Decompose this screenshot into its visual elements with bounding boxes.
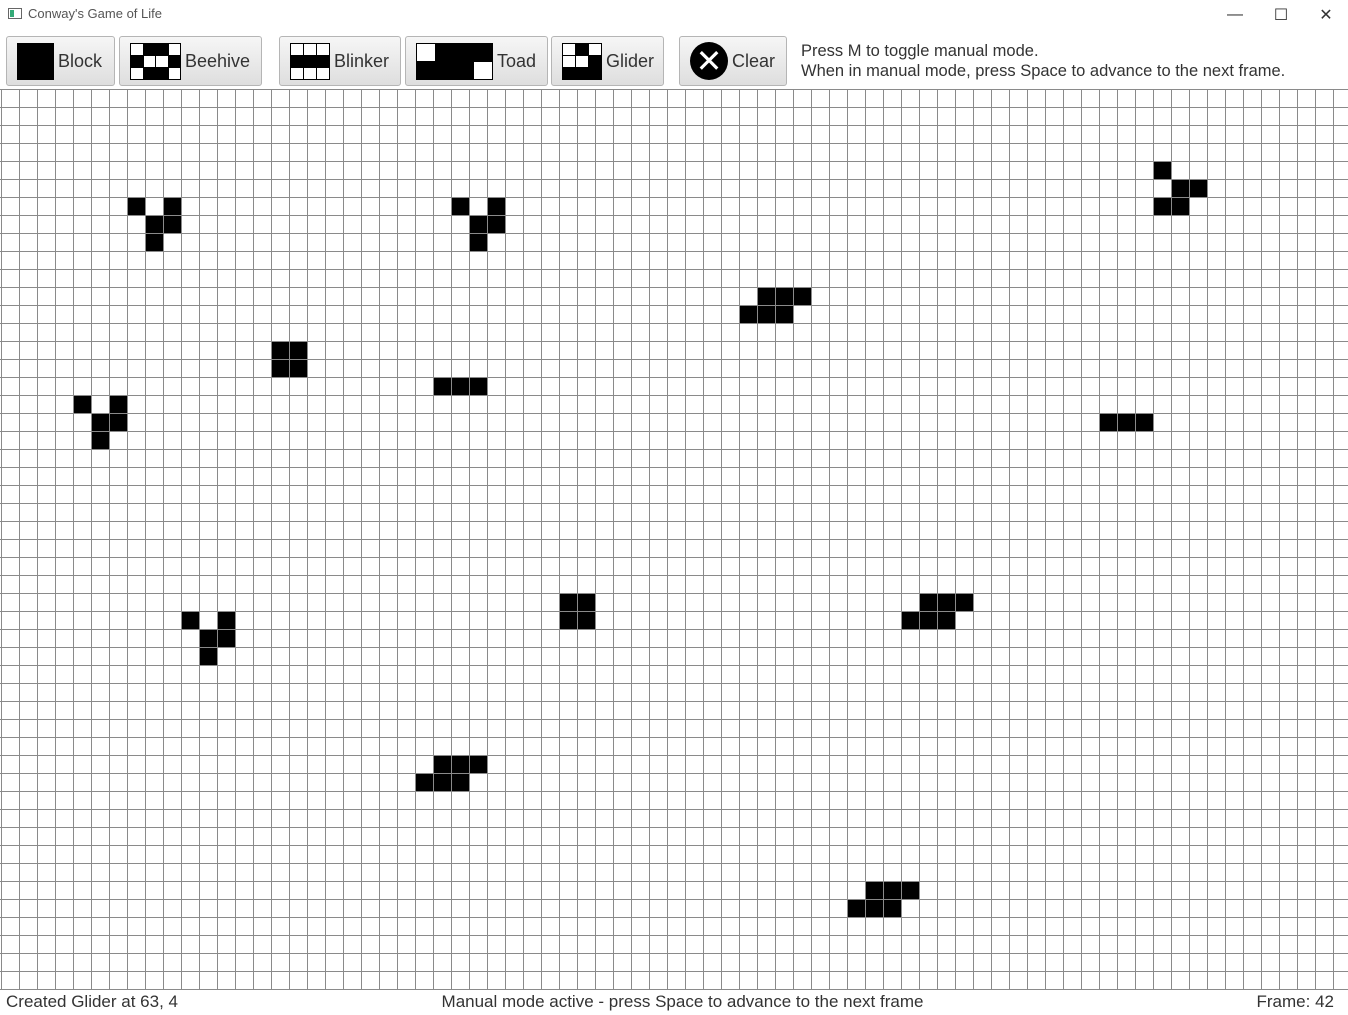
toad-button[interactable]: Toad [405,36,548,86]
live-cell[interactable] [775,287,793,305]
toad-label: Toad [497,50,537,71]
live-cell[interactable] [145,233,163,251]
help-text: Press M to toggle manual mode. When in m… [801,41,1285,81]
blinker-pattern-icon [290,42,330,80]
live-cell[interactable] [469,233,487,251]
live-cell[interactable] [559,593,577,611]
game-grid[interactable] [0,89,1348,990]
beehive-pattern-icon [130,42,181,80]
live-cell[interactable] [451,377,469,395]
live-cell[interactable] [451,755,469,773]
live-cell[interactable] [433,377,451,395]
live-cell[interactable] [1189,179,1207,197]
blinker-label: Blinker [334,50,390,71]
live-cell[interactable] [163,215,181,233]
live-cell[interactable] [1117,413,1135,431]
live-cell[interactable] [487,197,505,215]
live-cell[interactable] [865,899,883,917]
live-cell[interactable] [91,413,109,431]
live-cell[interactable] [901,881,919,899]
help-line-2: When in manual mode, press Space to adva… [801,62,1286,80]
live-cell[interactable] [487,215,505,233]
block-label: Block [58,50,103,71]
live-cell[interactable] [289,341,307,359]
live-cell[interactable] [1171,197,1189,215]
glider-label: Glider [606,50,655,71]
live-cell[interactable] [433,773,451,791]
live-cell[interactable] [739,305,757,323]
live-cell[interactable] [181,611,199,629]
live-cell[interactable] [469,755,487,773]
clear-icon: ✕ [690,42,728,80]
close-button[interactable]: ✕ [1303,0,1348,30]
live-cell[interactable] [847,899,865,917]
live-cell[interactable] [217,629,235,647]
live-cell[interactable] [109,395,127,413]
live-cell[interactable] [1135,413,1153,431]
live-cell[interactable] [415,773,433,791]
live-cell[interactable] [91,431,109,449]
live-cell[interactable] [901,611,919,629]
beehive-label: Beehive [185,50,251,71]
live-cell[interactable] [919,593,937,611]
live-cell[interactable] [289,359,307,377]
live-cell[interactable] [559,611,577,629]
live-cell[interactable] [775,305,793,323]
live-cell[interactable] [955,593,973,611]
glider-button[interactable]: Glider [551,36,664,86]
live-cell[interactable] [199,647,217,665]
block-button[interactable]: Block [6,36,115,86]
live-cell[interactable] [109,413,127,431]
live-cell[interactable] [1099,413,1117,431]
live-cell[interactable] [865,881,883,899]
maximize-button[interactable]: ☐ [1258,0,1304,30]
title-bar: Conway's Game of Life — ☐ ✕ [0,0,1348,30]
live-cell[interactable] [577,611,595,629]
status-bar: Created Glider at 63, 4 Manual mode acti… [0,990,1348,1015]
blinker-button[interactable]: Blinker [279,36,401,86]
live-cell[interactable] [163,197,181,215]
app-icon [8,8,22,19]
toad-pattern-icon [416,42,493,80]
live-cell[interactable] [217,611,235,629]
live-cell[interactable] [271,341,289,359]
live-cell[interactable] [127,197,145,215]
mode-indicator: Manual mode active - press Space to adva… [441,992,924,1011]
live-cell[interactable] [1153,197,1171,215]
clear-label: Clear [732,50,776,71]
live-cell[interactable] [145,215,163,233]
live-cell[interactable] [271,359,289,377]
glider-pattern-icon [562,42,602,80]
window-title: Conway's Game of Life [28,6,162,21]
live-cell[interactable] [937,593,955,611]
live-cell[interactable] [883,881,901,899]
live-cell[interactable] [883,899,901,917]
live-cell[interactable] [451,773,469,791]
live-cell[interactable] [73,395,91,413]
live-cell[interactable] [757,287,775,305]
minimize-button[interactable]: — [1212,0,1258,30]
frame-counter: Frame: 42 [1256,992,1334,1011]
game-board[interactable] [0,89,1348,990]
live-cell[interactable] [577,593,595,611]
live-cell[interactable] [469,377,487,395]
toolbar: Block Beehive Blinker Toad Glider ✕ Clea… [0,30,1348,90]
block-pattern-icon [17,42,54,80]
live-cell[interactable] [937,611,955,629]
live-cell[interactable] [919,611,937,629]
live-cell[interactable] [469,215,487,233]
live-cell[interactable] [1171,179,1189,197]
live-cell[interactable] [433,755,451,773]
help-line-1: Press M to toggle manual mode. [801,42,1039,60]
live-cell[interactable] [1153,161,1171,179]
clear-button[interactable]: ✕ Clear [679,36,787,86]
live-cell[interactable] [757,305,775,323]
live-cell[interactable] [793,287,811,305]
beehive-button[interactable]: Beehive [119,36,262,86]
live-cell[interactable] [451,197,469,215]
live-cell[interactable] [199,629,217,647]
